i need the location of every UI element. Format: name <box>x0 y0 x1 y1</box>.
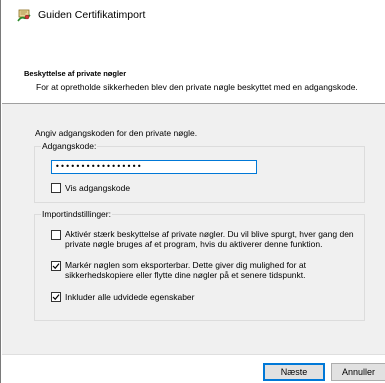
page-description: For at opretholde sikkerheden blev den p… <box>36 82 358 92</box>
cancel-button[interactable]: Annuller <box>331 363 385 381</box>
checkmark-icon <box>52 263 60 270</box>
strong-protection-checkbox[interactable] <box>51 230 61 240</box>
show-password-checkbox[interactable] <box>51 183 61 193</box>
window-title: Guiden Certifikatimport <box>38 9 146 21</box>
certificate-icon <box>16 7 32 23</box>
wizard-window: Guiden Certifikatimport Beskyttelse af p… <box>0 0 385 383</box>
strong-protection-label-line2: private nøgle bruges af et program, hvis… <box>65 239 323 249</box>
page-header <box>2 60 385 102</box>
password-prompt: Angiv adgangskoden for den private nøgle… <box>35 128 198 138</box>
exportable-label-line1: Markér nøglen som eksporterbar. Dette gi… <box>65 260 306 270</box>
exportable-label-line2: sikkerhedskopiere eller flytte dine nøgl… <box>65 270 306 280</box>
title-bar: Guiden Certifikatimport <box>2 0 385 30</box>
exportable-checkbox[interactable] <box>51 261 61 271</box>
show-password-label: Vis adgangskode <box>65 183 131 193</box>
checkmark-icon <box>52 294 60 301</box>
extended-properties-checkbox[interactable] <box>51 292 61 302</box>
import-options-label: Importindstillinger: <box>42 209 111 219</box>
extended-properties-label: Inkluder alle udvidede egenskaber <box>65 292 195 302</box>
footer-divider <box>2 354 385 355</box>
password-input[interactable]: ••••••••••••••••• <box>51 160 257 174</box>
page-title: Beskyttelse af private nøgler <box>24 69 127 78</box>
password-group-label: Adgangskode: <box>42 141 97 151</box>
strong-protection-label-line1: Aktivér stærk beskyttelse af private nøg… <box>65 229 354 239</box>
next-button[interactable]: Næste <box>263 363 325 381</box>
